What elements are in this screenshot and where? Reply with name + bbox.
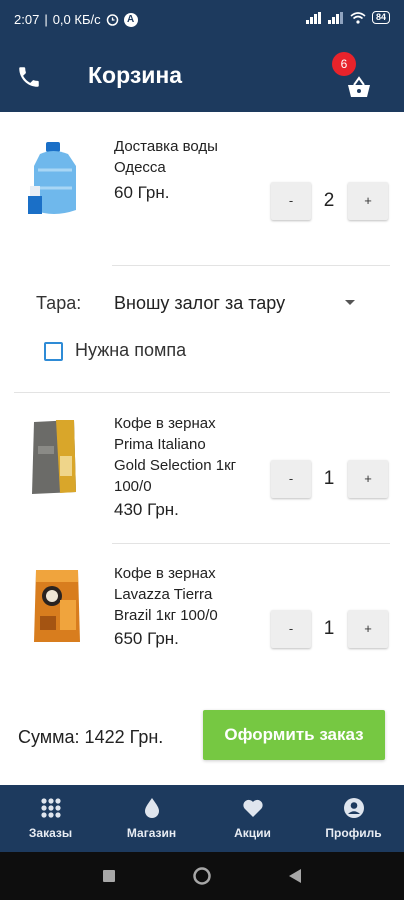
nav-label: Магазин (126, 826, 177, 840)
container-select[interactable]: Вношу залог за тару (114, 293, 285, 314)
increase-quantity-button[interactable]: + (348, 182, 388, 220)
nav-label: Акции (234, 826, 271, 840)
home-icon[interactable] (193, 867, 211, 885)
wifi-icon (350, 11, 366, 24)
container-label: Тара: (36, 293, 82, 313)
nav-item-profile[interactable]: Профиль (303, 785, 404, 852)
quantity-value: 1 (323, 468, 335, 489)
recents-icon[interactable] (103, 870, 115, 882)
decrease-quantity-button[interactable]: - (271, 182, 311, 220)
a-icon: A (123, 12, 138, 27)
pump-checkbox-label[interactable]: Нужна помпа (75, 340, 186, 361)
page-title: Корзина (88, 62, 183, 88)
water-drop-icon (145, 798, 159, 818)
divider (112, 543, 390, 544)
grid-icon (41, 798, 61, 818)
place-order-button[interactable]: Оформить заказ (203, 710, 385, 760)
product-name: Кофе в зернах Prima Italiano Gold Select… (114, 415, 237, 495)
status-speed: 0,0 КБ/с (52, 12, 101, 27)
quantity-value: 1 (323, 618, 335, 639)
signal-icon-2 (327, 11, 343, 24)
signal-icon (305, 11, 321, 24)
product-price: 60 Грн. (114, 183, 170, 202)
order-total: Сумма: 1422 Грн. (18, 727, 164, 747)
increase-quantity-button[interactable]: + (348, 610, 388, 648)
divider (112, 265, 390, 266)
back-icon[interactable] (288, 868, 302, 884)
decrease-quantity-button[interactable]: - (271, 460, 311, 498)
status-bar: 2:07 | 0,0 КБ/с A 84 (0, 0, 404, 40)
pump-checkbox[interactable] (44, 342, 63, 361)
nav-item-shop[interactable]: Магазин (101, 785, 202, 852)
divider (14, 392, 390, 393)
status-time: 2:07 (14, 12, 40, 27)
nav-label: Профиль (325, 826, 382, 840)
coffee-bag-image (34, 570, 80, 642)
nav-item-orders[interactable]: Заказы (0, 785, 101, 852)
shopping-basket-icon[interactable] (346, 76, 372, 100)
increase-quantity-button[interactable]: + (348, 460, 388, 498)
battery-icon: 84 (371, 11, 390, 24)
nav-item-promotions[interactable]: Акции (202, 785, 303, 852)
product-name: Доставка воды Одесса (114, 138, 218, 176)
coffee-bag-image (32, 420, 76, 494)
phone-icon[interactable] (16, 64, 42, 90)
app-bar: Корзина 6 (0, 40, 404, 112)
alarm-icon (106, 14, 118, 26)
nav-label: Заказы (28, 826, 73, 840)
product-name: Кофе в зернах Lavazza Tierra Brazil 1кг … (114, 565, 218, 624)
heart-icon (243, 799, 263, 817)
product-price: 430 Грн. (114, 500, 179, 519)
bottom-nav: Заказы Магазин Акции Профиль (0, 785, 404, 852)
product-price: 650 Грн. (114, 629, 179, 648)
quantity-value: 2 (323, 190, 335, 211)
profile-icon (344, 798, 364, 818)
water-bottle-image (28, 142, 76, 214)
decrease-quantity-button[interactable]: - (271, 610, 311, 648)
dropdown-arrow-icon[interactable] (345, 300, 355, 305)
system-nav-bar (0, 852, 404, 900)
cart-count-badge: 6 (332, 52, 356, 76)
